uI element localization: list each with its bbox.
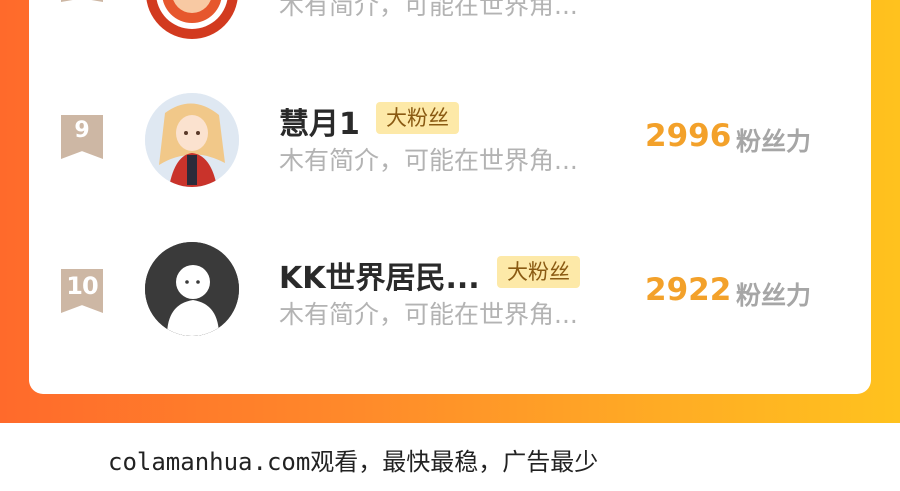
rank-number: 9 [74, 118, 90, 143]
rank-number: 10 [66, 272, 98, 300]
default-user-avatar-icon [145, 242, 239, 336]
fan-power-label: 粉丝力 [736, 281, 812, 310]
intro-text: 木有简介，可能在世界角... [279, 0, 578, 20]
avatar[interactable] [145, 242, 239, 336]
footer-watermark-text: colamanhua.com观看，最快最稳，广告最少 [108, 448, 599, 476]
ranking-row[interactable]: 10 KK世界居民... 大粉丝 木有简介，可能在世界角... 2922 粉丝力 [29, 239, 871, 349]
rank-flag-icon: 9 [61, 115, 103, 159]
fan-power-score: 2996 [645, 118, 732, 154]
fan-power-score: 2922 [645, 272, 732, 308]
ranking-card: 木有简介，可能在世界角... 9 慧月1 大粉丝 木有简介，可能在世界角... … [29, 0, 871, 394]
avatar[interactable] [145, 0, 239, 40]
anime-girl-avatar-icon [145, 93, 239, 187]
user-name[interactable]: 慧月1 [279, 99, 360, 143]
avatar[interactable] [145, 93, 239, 187]
ranking-row[interactable]: 9 慧月1 大粉丝 木有简介，可能在世界角... 2996 粉丝力 [29, 85, 871, 195]
emblem-avatar-icon [146, 0, 238, 39]
user-name[interactable]: KK世界居民... [279, 253, 480, 297]
intro-text: 木有简介，可能在世界角... [279, 146, 578, 175]
fan-power-label: 粉丝力 [736, 127, 812, 156]
ranking-row-partial[interactable]: 木有简介，可能在世界角... [29, 0, 871, 40]
rank-flag-icon [61, 0, 103, 2]
fan-level-badge: 大粉丝 [497, 256, 580, 288]
intro-text: 木有简介，可能在世界角... [279, 300, 578, 329]
rank-flag-icon: 10 [61, 269, 103, 313]
fan-level-badge: 大粉丝 [376, 102, 459, 134]
